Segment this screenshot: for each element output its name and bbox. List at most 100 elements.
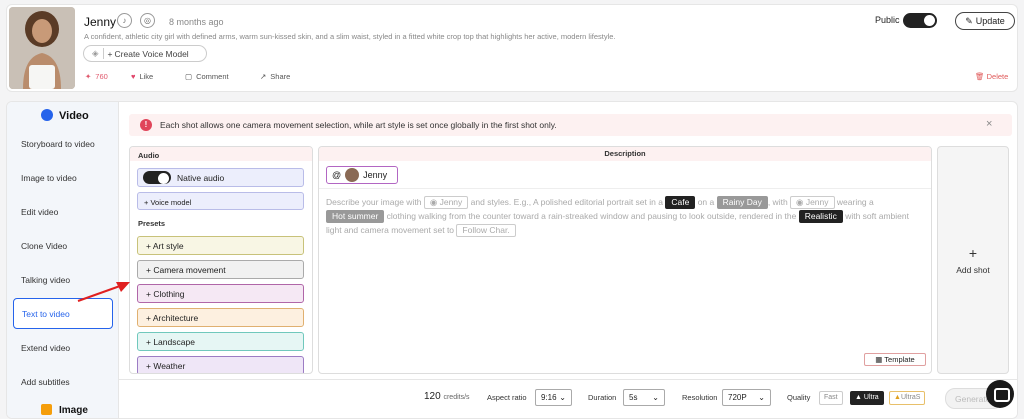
character-tag[interactable]: @ Jenny (326, 166, 398, 184)
description-placeholder[interactable]: Describe your image with ◉ Jenny and sty… (326, 195, 926, 237)
credits-value: 120 credits/s (424, 391, 470, 402)
alert-banner: ! Each shot allows one camera movement s… (129, 114, 1012, 136)
chevron-down-icon: ⌄ (758, 393, 765, 402)
template-icon: ▦ (875, 355, 885, 364)
plus-icon: + (146, 313, 153, 323)
time-ago: 8 months ago (169, 17, 224, 27)
close-icon[interactable]: × (986, 118, 992, 130)
delete-button[interactable]: 🗑 Delete (975, 72, 1008, 81)
profile-card: Jenny ♪ ◎ 8 months ago A confident, athl… (6, 4, 1018, 92)
chat-support-button[interactable] (986, 380, 1014, 408)
preset-label: Art style (152, 241, 184, 251)
aspect-ratio-select[interactable]: 9:16 ⌄ (535, 389, 572, 406)
ph-text: on a (697, 197, 715, 207)
public-label: Public (875, 15, 900, 25)
chip-jenny: ◉ Jenny (423, 196, 469, 209)
trash-icon: 🗑 (975, 72, 985, 81)
plus-icon: + (146, 241, 153, 251)
preset-clothing[interactable]: + Clothing (137, 284, 304, 303)
resolution-select[interactable]: 720P ⌄ (722, 389, 771, 406)
native-audio-row: Native audio (137, 168, 304, 187)
preset-label: Clothing (153, 289, 185, 299)
character-avatar (345, 168, 360, 182)
resolution-label: Resolution (682, 393, 718, 402)
preset-label: Landscape (153, 337, 195, 347)
sidebar-item-clone-video[interactable]: Clone Video (21, 241, 67, 251)
instagram-icon[interactable]: ◎ (140, 13, 155, 28)
avatar[interactable] (9, 7, 75, 89)
quality-label: Quality (787, 393, 811, 402)
preset-landscape[interactable]: + Landscape (137, 332, 304, 351)
native-audio-toggle[interactable] (143, 171, 171, 184)
tiktok-icon[interactable]: ♪ (117, 13, 132, 28)
quality-ultra-option[interactable]: ▲ Ultra (850, 391, 884, 405)
sparkle-icon: ✦ (85, 72, 92, 81)
chip-realistic: Realistic (798, 210, 843, 223)
update-button[interactable]: ✎ Update (955, 12, 1015, 30)
at-symbol: @ (332, 170, 342, 180)
play-icon (41, 109, 53, 121)
chevron-down-icon: ⌄ (652, 393, 659, 402)
native-audio-label: Native audio (177, 173, 225, 183)
plus-icon: + (968, 245, 978, 261)
preset-label: Architecture (152, 313, 199, 323)
presets-title: Presets (138, 219, 166, 228)
quality-ultras-option[interactable]: ▲UltraS (889, 391, 926, 405)
ph-text: and styles. E.g., A polished editorial p… (470, 197, 663, 207)
aspect-ratio-label: Aspect ratio (487, 393, 527, 402)
profile-description: A confident, athletic city girl with def… (84, 32, 616, 41)
preset-camera-movement[interactable]: + Camera movement (137, 260, 304, 279)
sidebar-item-storyboard[interactable]: Storyboard to video (21, 139, 95, 149)
duration-select[interactable]: 5s ⌄ (623, 389, 665, 406)
voice-model-button[interactable]: + Voice model (137, 192, 304, 210)
audio-title: Audio (138, 151, 160, 160)
sidebar-heading-video: Video (59, 110, 89, 122)
chevron-down-icon: ⌄ (559, 393, 566, 402)
image-icon (41, 404, 52, 415)
description-panel: Description @ Jenny Describe your image … (318, 146, 932, 374)
preset-weather[interactable]: + Weather (137, 356, 304, 373)
like-button[interactable]: ♥ Like (131, 72, 153, 81)
ph-text: wearing a (836, 197, 874, 207)
public-toggle[interactable] (903, 13, 937, 28)
quality-fast-option[interactable]: Fast (819, 391, 843, 405)
pencil-icon: ✎ (965, 15, 973, 26)
share-button[interactable]: ↗ Share (260, 72, 290, 81)
sidebar-item-edit-video[interactable]: Edit video (21, 207, 58, 217)
sidebar: Video Storyboard to video Image to video… (7, 102, 119, 418)
comment-button[interactable]: ▢ Comment (185, 72, 229, 81)
create-voice-model-button[interactable]: ◈ + Create Voice Model (83, 45, 207, 62)
template-button[interactable]: ▦ Template (864, 353, 926, 366)
preset-art-style[interactable]: + Art style (137, 236, 304, 255)
alert-text: Each shot allows one camera movement sel… (160, 120, 557, 130)
share-icon: ↗ (260, 72, 267, 81)
sidebar-item-talking-video[interactable]: Talking video (21, 275, 70, 285)
preset-label: Weather (153, 361, 186, 371)
likes-count: ✦ 760 (85, 72, 108, 81)
up-arrow-icon: ▲ (855, 394, 862, 401)
heart-icon: ♥ (131, 72, 136, 81)
sidebar-item-add-subtitles[interactable]: Add subtitles (21, 377, 70, 387)
ph-text: , with (767, 197, 788, 207)
add-shot-button[interactable]: + Add shot (937, 146, 1009, 374)
info-icon: ! (140, 119, 152, 131)
annotation-arrow (77, 282, 130, 302)
add-shot-label: Add shot (956, 265, 990, 275)
ph-text: Describe your image with (326, 197, 422, 207)
duration-label: Duration (588, 393, 617, 402)
sidebar-item-image-to-video[interactable]: Image to video (21, 173, 77, 183)
up-arrow-icon: ▲ (894, 394, 901, 401)
chip-follow-char: Follow Char. (456, 224, 516, 237)
preset-architecture[interactable]: + Architecture (137, 308, 304, 327)
chip-rainy-day: Rainy Day (716, 196, 768, 209)
chip-hot-summer: Hot summer (326, 210, 385, 223)
profile-name: Jenny (84, 15, 117, 29)
generation-settings-bar: 120 credits/s Aspect ratio 9:16 ⌄ Durati… (119, 379, 1017, 418)
sidebar-item-extend-video[interactable]: Extend video (21, 343, 70, 353)
plus-icon: + (107, 48, 113, 59)
chip-cafe: Cafe (665, 196, 696, 209)
voice-wave-icon: ◈ (92, 48, 99, 58)
chip-jenny-2: ◉ Jenny (790, 196, 835, 209)
description-title: Description (604, 149, 646, 158)
preset-label: Camera movement (153, 265, 226, 275)
